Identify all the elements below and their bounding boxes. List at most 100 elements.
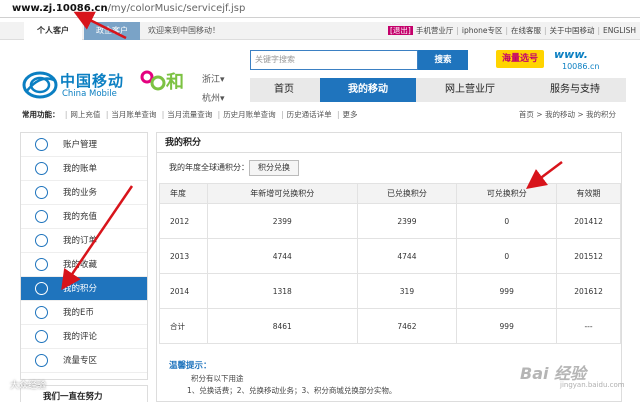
- main-nav: 首页 我的移动 网上营业厅 服务与支持: [250, 78, 626, 102]
- city-select[interactable]: 杭州▾: [202, 91, 225, 104]
- brand-name-en: China Mobile: [62, 89, 117, 99]
- sidebar-item-label: 我的积分: [63, 284, 98, 294]
- table-row: 2014 1318 319 999 201612: [159, 273, 621, 309]
- sidebar-item-favorites[interactable]: 我的收藏: [21, 253, 147, 277]
- sidebar-item-label: 流量专区: [63, 356, 98, 366]
- watermark-left: 大众经验: [10, 381, 47, 391]
- comment-icon: [35, 330, 48, 343]
- sidebar-item-label: 我的评论: [63, 332, 98, 342]
- account-icon: [35, 138, 48, 151]
- func-more[interactable]: 更多: [343, 110, 358, 119]
- cell-available-points: 0: [456, 203, 558, 239]
- func-data-query[interactable]: 当月流量查询: [167, 110, 212, 119]
- cell-year: 合计: [159, 308, 208, 344]
- logout-link[interactable]: [退出]: [388, 26, 413, 35]
- cell-redeemed-points: 7462: [356, 308, 458, 344]
- cell-new-points: 8461: [206, 308, 358, 344]
- top-link-online-service[interactable]: 在线客服: [511, 26, 541, 35]
- sidebar-item-data-zone[interactable]: 流量专区: [21, 349, 147, 373]
- top-link-about[interactable]: 关于中国移动: [550, 26, 595, 35]
- china-mobile-logo-icon[interactable]: [22, 70, 58, 100]
- tips-uses: 1、兑换话费；2、兑换移动业务；3、积分商城兑换部分实物。: [187, 386, 397, 395]
- sub-brand-text: 和: [166, 72, 184, 93]
- sidebar-item-orders[interactable]: 我的订单: [21, 229, 147, 253]
- cell-expiry: 201512: [556, 238, 621, 274]
- annual-points-label: 我的年度全球通积分：: [169, 163, 249, 172]
- func-bill-query[interactable]: 当月账单查询: [111, 110, 156, 119]
- sidebar-item-bill[interactable]: 我的账单: [21, 157, 147, 181]
- cell-expiry: 201412: [556, 203, 621, 239]
- tips-text: 积分有以下用途: [191, 374, 244, 383]
- url-text[interactable]: www.zj.10086.cn/my/colorMusic/servicejf.…: [12, 3, 245, 14]
- nav-home[interactable]: 首页: [250, 78, 318, 102]
- welcome-text: 欢迎来到中国移动！: [148, 26, 220, 35]
- search-input[interactable]: 关键字搜索: [250, 50, 418, 70]
- sidebar-item-ecoin[interactable]: 我的E币: [21, 301, 147, 325]
- sidebar-item-label: 我的订单: [63, 236, 98, 246]
- table-header-row: 年度 年新增可兑换积分 已兑换积分 可兑换积分 有效期: [159, 183, 621, 204]
- chevron-down-icon: ▾: [220, 75, 225, 85]
- func-recharge[interactable]: 网上充值: [70, 110, 100, 119]
- tab-personal-customer[interactable]: 个人客户: [24, 22, 82, 40]
- site-logo[interactable]: www.: [554, 48, 588, 61]
- col-expiry: 有效期: [556, 183, 621, 204]
- col-year: 年度: [159, 183, 208, 204]
- top-link-iphone[interactable]: iphone专区: [462, 26, 503, 35]
- tips-title: 温馨提示：: [169, 361, 212, 371]
- search-button[interactable]: 搜索: [418, 50, 468, 70]
- redeem-points-button[interactable]: 积分兑换: [249, 160, 299, 176]
- cell-available-points: 999: [456, 273, 558, 309]
- col-new-points: 年新增可兑换积分: [206, 183, 358, 204]
- sub-brand-logo: 和: [140, 68, 184, 94]
- sidebar-item-points[interactable]: 我的积分: [21, 277, 147, 301]
- page-title: 我的积分: [165, 138, 202, 148]
- sidebar-item-label: 我的E币: [63, 308, 94, 318]
- city-label: 杭州: [202, 94, 221, 104]
- points-icon: [35, 282, 48, 295]
- cell-new-points: 2399: [206, 203, 358, 239]
- brand-name-cn: 中国移动: [60, 72, 125, 90]
- cell-available-points: 0: [456, 238, 558, 274]
- col-available-points: 可兑换积分: [456, 183, 558, 204]
- sidebar-item-recharge[interactable]: 我的充值: [21, 205, 147, 229]
- table-row: 2012 2399 2399 0 201412: [159, 203, 621, 239]
- sidebar-item-comments[interactable]: 我的评论: [21, 325, 147, 349]
- cell-year: 2013: [159, 238, 208, 274]
- cell-expiry: 201612: [556, 273, 621, 309]
- business-icon: [35, 186, 48, 199]
- site-logo-domain: 10086.cn: [562, 62, 600, 71]
- sidebar-item-business[interactable]: 我的业务: [21, 181, 147, 205]
- nav-service-support[interactable]: 服务与支持: [524, 78, 626, 102]
- sidebar-item-label: 我的收藏: [63, 260, 98, 270]
- sidebar-item-label: 我的充值: [63, 212, 98, 222]
- watermark-baidu-url: jingyan.baidu.com: [560, 381, 625, 389]
- cell-redeemed-points: 2399: [356, 203, 458, 239]
- breadcrumb[interactable]: 首页 > 我的移动 > 我的积分: [519, 109, 616, 120]
- star-icon: [35, 258, 48, 271]
- cell-redeemed-points: 319: [356, 273, 458, 309]
- sidebar-item-account[interactable]: 账户管理: [21, 133, 147, 157]
- nav-online-hall[interactable]: 网上营业厅: [418, 78, 522, 102]
- browser-address-bar[interactable]: www.zj.10086.cn/my/colorMusic/servicejf.…: [0, 0, 640, 18]
- bill-icon: [35, 162, 48, 175]
- func-history-bill[interactable]: 历史月账单查询: [223, 110, 276, 119]
- tab-enterprise-customer[interactable]: 政企客户: [84, 22, 140, 40]
- sidebar-item-label: 账户管理: [63, 140, 98, 150]
- number-selection-badge[interactable]: 海量选号: [496, 50, 544, 68]
- func-call-details[interactable]: 历史通话详单: [287, 110, 332, 119]
- top-strip: 个人客户 政企客户 欢迎来到中国移动！ [退出] 手机营业厅 | iphone专区 | 在…: [0, 22, 640, 40]
- yuan-icon: [35, 210, 48, 223]
- table-row: 2013 4744 4744 0 201512: [159, 238, 621, 274]
- table-row-total: 合计 8461 7462 999 ---: [159, 308, 621, 344]
- province-select[interactable]: 浙江▾: [202, 72, 225, 85]
- top-link-english[interactable]: ENGLISH: [603, 26, 636, 35]
- common-functions-label: 常用功能：: [22, 110, 60, 119]
- cell-new-points: 1318: [206, 273, 358, 309]
- common-functions-bar: 常用功能： | 网上充值 | 当月账单查询 | 当月流量查询 | 历史月账单查询 | 历史…: [22, 109, 616, 120]
- top-link-mobile-hall[interactable]: 手机营业厅: [416, 26, 454, 35]
- nav-my-mobile[interactable]: 我的移动: [320, 78, 416, 102]
- points-table: 年度 年新增可兑换积分 已兑换积分 可兑换积分 有效期 2012 2399 23…: [159, 183, 621, 344]
- province-label: 浙江: [202, 75, 221, 85]
- order-icon: [35, 234, 48, 247]
- hehe-logo-icon: [140, 70, 166, 91]
